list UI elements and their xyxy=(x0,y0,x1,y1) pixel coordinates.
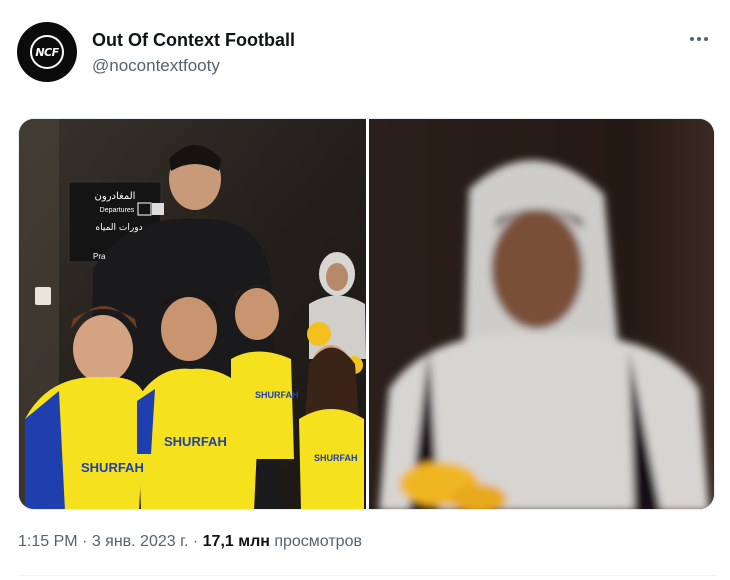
sign-departures: Departures xyxy=(100,207,135,214)
sign-arabic-top: المغادرون xyxy=(95,191,136,202)
jersey-sponsor-text-4: SHURFAH xyxy=(314,453,358,463)
tweet-header: NCF Out Of Context Football @nocontextfo… xyxy=(17,22,716,82)
media-photo-left[interactable]: المغادرون Departures دورات المياه Pra SH… xyxy=(19,119,366,509)
tweet-meta: 1:15 PM · 3 янв. 2023 г. · 17,1 млн прос… xyxy=(18,533,362,551)
media-photo-right[interactable] xyxy=(369,119,714,509)
closeup-photo-image xyxy=(369,119,714,509)
author-names: Out Of Context Football @nocontextfooty xyxy=(92,30,295,76)
meta-separator: · xyxy=(77,533,92,550)
views-label: просмотров xyxy=(269,533,362,550)
author-avatar[interactable]: NCF xyxy=(17,22,77,82)
jersey-sponsor-text-2: SHURFAH xyxy=(81,460,144,475)
jersey-sponsor-text-3: SHURFAH xyxy=(255,390,299,400)
meta-separator-2: · xyxy=(188,533,203,550)
divider xyxy=(18,575,716,576)
avatar-logo-icon: NCF xyxy=(30,35,64,69)
jersey-sponsor-text-1: SHURFAH xyxy=(164,434,227,449)
more-dots-icon[interactable] xyxy=(684,24,714,54)
tweet-time[interactable]: 1:15 PM xyxy=(18,533,78,550)
group-photo-image: المغادرون Departures دورات المياه Pra SH… xyxy=(19,119,366,509)
sign-partial-text: Pra xyxy=(93,252,106,261)
views-count: 17,1 млн xyxy=(202,533,270,550)
tweet-media: المغادرون Departures دورات المياه Pra SH… xyxy=(18,118,715,510)
author-display-name[interactable]: Out Of Context Football xyxy=(92,30,295,50)
tweet-date[interactable]: 3 янв. 2023 г. xyxy=(92,533,189,550)
author-handle[interactable]: @nocontextfooty xyxy=(92,56,295,76)
sign-arabic-bottom: دورات المياه xyxy=(95,223,142,233)
